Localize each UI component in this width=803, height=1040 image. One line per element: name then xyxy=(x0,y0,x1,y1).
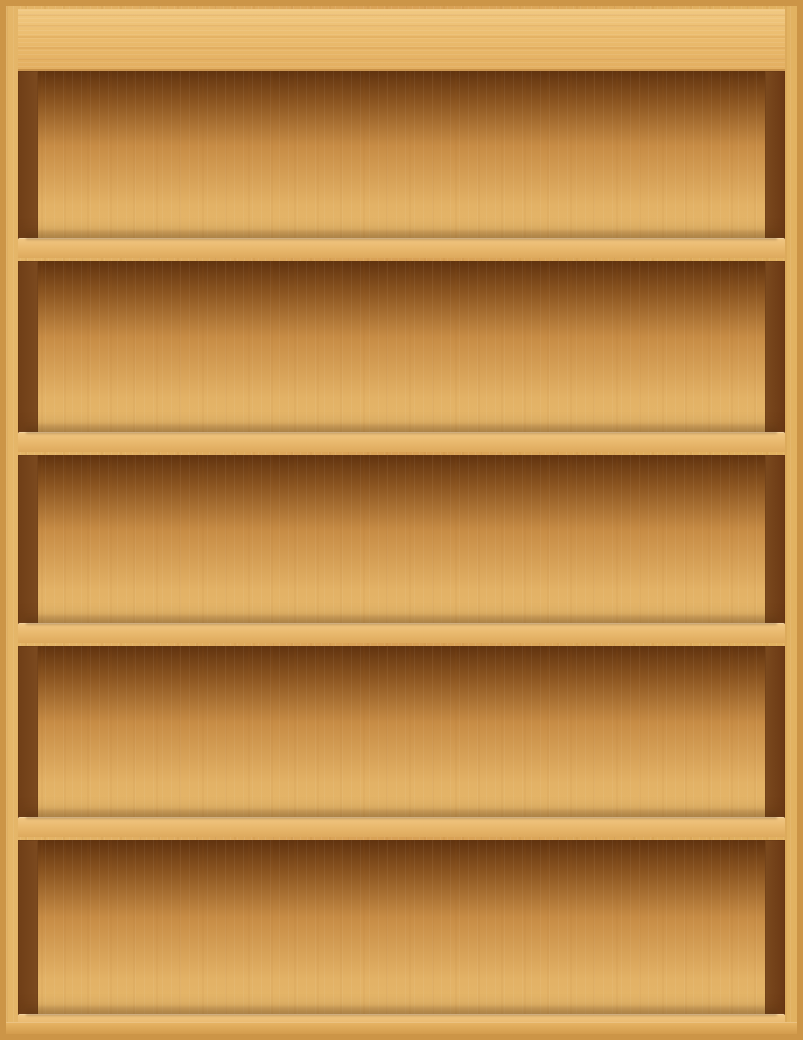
bookcase-description: Empty wooden bookshelf xyxy=(6,6,7,7)
bottom-rim xyxy=(6,1022,797,1034)
right-side-panel-3 xyxy=(765,455,785,643)
right-side-panel-4 xyxy=(765,646,785,837)
left-side-panel-5 xyxy=(18,840,38,1034)
shelf-compartment-4 xyxy=(18,646,785,837)
shelf-compartment-3 xyxy=(18,455,785,643)
left-side-panel-1 xyxy=(18,71,38,258)
shelf-compartment-5 xyxy=(18,840,785,1034)
shelf-compartment-2 xyxy=(18,261,785,452)
shelf-board-1 xyxy=(18,230,785,258)
bookcase: Empty wooden bookshelf xyxy=(0,0,803,1040)
left-side-panel-2 xyxy=(18,261,38,452)
right-side-panel-5 xyxy=(765,840,785,1034)
back-panel-5 xyxy=(18,840,785,1034)
back-panel-3 xyxy=(18,455,785,643)
top-board xyxy=(18,9,785,71)
shelf-board-3 xyxy=(18,615,785,643)
back-panel-1 xyxy=(18,71,785,258)
back-panel-4 xyxy=(18,646,785,837)
left-side-panel-3 xyxy=(18,455,38,643)
left-side-panel-4 xyxy=(18,646,38,837)
back-panel-2 xyxy=(18,261,785,452)
shelf-board-2 xyxy=(18,424,785,452)
shelf-compartment-1 xyxy=(18,71,785,258)
right-side-panel-1 xyxy=(765,71,785,258)
right-side-panel-2 xyxy=(765,261,785,452)
shelf-board-4 xyxy=(18,809,785,837)
